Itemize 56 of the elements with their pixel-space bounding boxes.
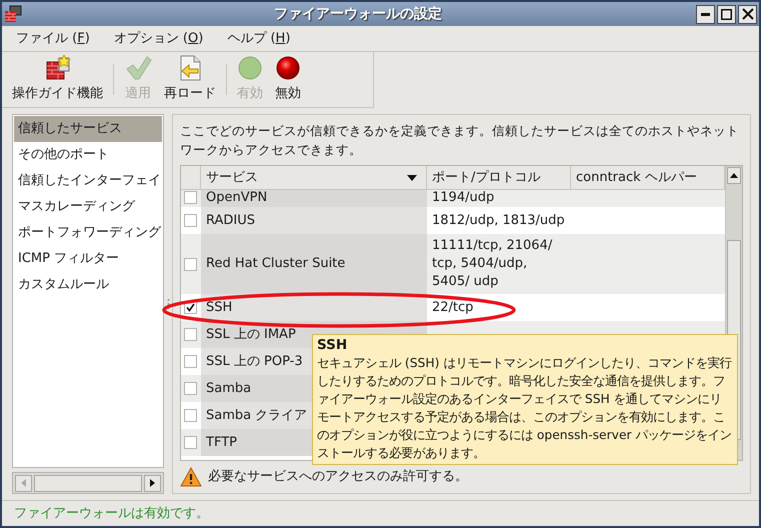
menu-item[interactable]: オプション (O) [114, 28, 204, 48]
sidebar-item[interactable]: 信頼したサービス [14, 116, 162, 142]
checkbox[interactable] [184, 409, 197, 422]
checkbox[interactable] [184, 191, 197, 204]
app-icon [4, 5, 22, 23]
warning-text: 必要なサービスへのアクセスのみ許可する。 [208, 468, 468, 486]
warning-icon [180, 467, 202, 487]
checkbox[interactable] [184, 355, 197, 368]
right-arrow-icon[interactable] [150, 479, 155, 487]
table-cell: SSL 上の IMAP [206, 326, 296, 344]
table-cell: SSH [206, 298, 232, 316]
toolbar-button[interactable]: 再ロード [158, 52, 222, 107]
table-cell: Red Hat Cluster Suite [206, 255, 346, 273]
tooltip-title: SSH [317, 336, 348, 354]
checkbox[interactable] [184, 214, 197, 227]
close-button[interactable] [738, 4, 757, 24]
table-cell: 1194/udp [432, 189, 494, 207]
menu-item[interactable]: ヘルプ (H) [227, 28, 290, 48]
window-title: ファイアーウォールの設定 [273, 4, 443, 24]
close-icon [742, 8, 754, 20]
minimize-button[interactable] [696, 4, 715, 24]
table-cell: Samba クライア [206, 406, 308, 424]
horizontal-scrollbar[interactable] [12, 472, 164, 494]
checkmark-icon [124, 55, 152, 82]
table-cell: 22/tcp [432, 298, 474, 316]
description-text: ここでどのサービスが信頼できるかを定義できます。信頼したサービスは全てのホストやネットワークからアクセスできます。 [180, 122, 740, 159]
sidebar-item[interactable]: 信頼したインターフェイ [14, 168, 162, 194]
checkbox[interactable] [184, 436, 197, 449]
up-arrow-icon[interactable] [730, 173, 738, 178]
circle-icon [237, 55, 263, 82]
sidebar-item[interactable]: ICMP フィルター [14, 246, 162, 272]
stop-circle-icon [275, 55, 301, 82]
table-cell: 1812/udp, 1813/udp [432, 212, 565, 230]
minimize-icon [701, 12, 710, 16]
sidebar-item[interactable]: その他のポート [14, 142, 162, 168]
sidebar-item[interactable]: カスタムルール [14, 272, 162, 298]
checkbox[interactable] [184, 258, 197, 270]
checkbox[interactable] [184, 382, 197, 395]
status-text: ファイアーウォールは有効です。 [2, 500, 759, 526]
table-cell: SSL 上の POP-3 [206, 352, 303, 370]
table-cell: RADIUS [206, 212, 256, 230]
table-cell-text: 11111/tcp, 21064/ tcp, 5404/udp, 5405/ udp [432, 237, 554, 291]
toolbar-button[interactable]: 操作ガイド機能 [6, 52, 109, 107]
maximize-button[interactable] [717, 4, 736, 24]
table-cell: OpenVPN [206, 189, 268, 207]
toolbar-button[interactable]: 無効 [269, 52, 307, 107]
maximize-icon [721, 8, 732, 20]
brick-wall-star-icon [44, 55, 72, 82]
table-cell: TFTP [206, 434, 237, 452]
tooltip-text: セキュアシェル (SSH) はリモートマシンにログインしたり、コマンドを実行したりするためのプロトコルです。暗号化した安全な通信を提供します。ファイアーウォール設定のあるインターフェイスで SSH を通してマシンにリモートアクセスする予定がある場合は、このオプションを有効にします。このオプションが役に立つようにするには openssh-server パッケージをインストールする必要があります。 [317, 355, 732, 462]
menu-item[interactable]: ファイル (F) [16, 28, 90, 48]
left-arrow-icon[interactable] [21, 479, 26, 487]
checkbox[interactable] [184, 328, 197, 341]
sidebar-item[interactable]: ポートフォワーディング [14, 220, 162, 246]
sidebar-item[interactable]: マスカレーディング [14, 194, 162, 220]
table-cell: Samba [206, 380, 252, 398]
